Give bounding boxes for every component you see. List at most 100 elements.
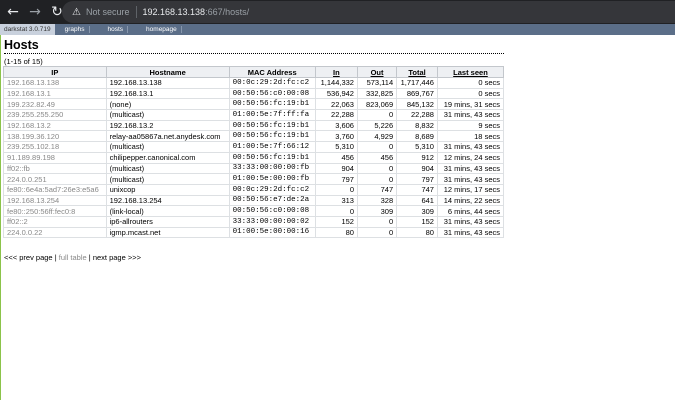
ip-cell: 192.168.13.138 <box>3 77 107 89</box>
host-link[interactable]: 192.168.13.1 <box>7 89 51 98</box>
mac-cell: 01:00:5e:00:00:fb <box>228 173 316 185</box>
ip-cell: 224.0.0.22 <box>3 226 107 239</box>
host-link[interactable]: ff02::2 <box>7 217 28 226</box>
sort-total-link[interactable]: Total <box>408 68 425 77</box>
next-page-link[interactable]: next page >>> <box>93 253 141 262</box>
hosts-table: IP Hostname MAC Address In Out Total Las… <box>3 66 505 239</box>
ip-cell: 192.168.13.2 <box>3 119 107 132</box>
host-link[interactable]: ff02::fb <box>7 164 30 173</box>
last-seen-cell: 19 mins, 31 secs <box>436 98 505 111</box>
bytes-out-cell: 456 <box>356 151 398 164</box>
bytes-out-cell: 328 <box>356 194 398 207</box>
last-seen-cell: 31 mins, 43 secs <box>436 162 505 175</box>
url-path: :667/hosts/ <box>205 7 250 17</box>
host-link[interactable]: 91.189.89.198 <box>7 153 55 162</box>
bytes-total-cell: 641 <box>396 194 438 207</box>
table-row: ff02::2 ip6-allrouters 33:33:00:00:00:02 15… <box>3 215 505 228</box>
host-link[interactable]: 199.232.82.49 <box>7 100 55 109</box>
host-link[interactable]: 224.0.0.22 <box>7 228 42 237</box>
mac-cell: 00:50:56:fc:19:b1 <box>228 151 316 164</box>
sort-out-link[interactable]: Out <box>371 68 384 77</box>
browser-toolbar: ← → ↻ ⚠ Not secure 192.168.13.138:667/ho… <box>0 0 675 24</box>
bytes-out-cell: 309 <box>356 205 398 217</box>
bytes-total-cell: 22,288 <box>396 109 438 121</box>
table-row: ff02::fb (multicast) 33:33:00:00:00:fb 904 0… <box>3 162 505 175</box>
nav-link-hosts[interactable]: hosts <box>104 26 129 33</box>
last-seen-cell: 31 mins, 43 secs <box>436 173 505 185</box>
last-seen-cell: 18 secs <box>436 130 505 143</box>
prev-page-link[interactable]: <<< prev page <box>4 253 53 262</box>
column-header-out: Out <box>356 66 398 78</box>
ip-cell: 91.189.89.198 <box>3 151 107 164</box>
nav-link-graphs[interactable]: graphs <box>61 26 90 33</box>
address-separator <box>135 6 137 18</box>
warning-icon[interactable]: ⚠ <box>72 7 81 18</box>
hostname-cell: 192.168.13.2 <box>105 119 230 132</box>
hostname-cell: (multicast) <box>105 109 230 121</box>
bytes-total-cell: 8,689 <box>396 130 438 143</box>
last-seen-cell: 6 mins, 44 secs <box>436 205 505 217</box>
table-body: 192.168.13.138 192.168.13.138 00:0c:29:2d:… <box>3 77 505 239</box>
host-link[interactable]: 192.168.13.254 <box>7 196 59 205</box>
bytes-total-cell: 8,832 <box>396 119 438 132</box>
hostname-cell: 192.168.13.138 <box>105 77 230 89</box>
table-row: 199.232.82.49 (none) 00:50:56:fc:19:b1 22,0… <box>3 98 505 111</box>
table-row: 91.189.89.198 chilipepper.canonical.com 00… <box>3 151 505 164</box>
host-link[interactable]: fe80::250:56ff:fec0:8 <box>7 207 75 216</box>
mac-cell: 00:50:56:fc:19:b1 <box>228 130 316 143</box>
last-seen-cell: 12 mins, 24 secs <box>436 151 505 164</box>
host-link[interactable]: 192.168.13.2 <box>7 121 51 130</box>
bytes-in-cell: 313 <box>314 194 358 207</box>
host-link[interactable]: 239.255.102.18 <box>7 142 59 151</box>
full-table-link[interactable]: full table <box>59 253 87 262</box>
forward-icon[interactable]: → <box>26 3 44 21</box>
sort-in-link[interactable]: In <box>333 68 340 77</box>
bytes-total-cell: 747 <box>396 183 438 196</box>
bytes-total-cell: 152 <box>396 215 438 228</box>
host-link[interactable]: 224.0.0.251 <box>7 175 47 184</box>
host-link[interactable]: 138.199.36.120 <box>7 132 59 141</box>
host-link[interactable]: 239.255.255.250 <box>7 110 63 119</box>
bytes-out-cell: 0 <box>356 215 398 228</box>
table-row: 192.168.13.2 192.168.13.2 00:50:56:fc:19:b… <box>3 119 505 132</box>
sort-last-seen-link[interactable]: Last seen <box>453 68 488 77</box>
pager-separator: | <box>88 253 91 262</box>
last-seen-cell: 31 mins, 43 secs <box>436 215 505 228</box>
last-seen-cell: 31 mins, 43 secs <box>436 109 505 121</box>
last-seen-cell: 0 secs <box>436 77 505 89</box>
column-header-mac: MAC Address <box>228 66 316 78</box>
table-row: 239.255.255.250 (multicast) 01:00:5e:7f:ff… <box>3 109 505 121</box>
hostname-cell: unixcop <box>105 183 230 196</box>
back-icon[interactable]: ← <box>4 3 22 21</box>
address-bar[interactable]: ⚠ Not secure 192.168.13.138:667/hosts/ <box>62 1 675 23</box>
hostname-cell: ip6-allrouters <box>105 215 230 228</box>
mac-cell: 00:0c:29:2d:fc:c2 <box>228 183 316 196</box>
nav-link-homepage[interactable]: homepage <box>142 26 182 33</box>
bytes-out-cell: 0 <box>356 226 398 239</box>
host-link[interactable]: fe80::6e4a:5ad7:26e3:e5a6 <box>7 185 99 194</box>
mac-cell: 00:50:56:fc:19:b1 <box>228 119 316 132</box>
ip-cell: 138.199.36.120 <box>3 130 107 143</box>
hostname-cell: 192.168.13.1 <box>105 87 230 100</box>
security-label[interactable]: Not secure <box>86 7 130 17</box>
column-header-total: Total <box>396 66 438 78</box>
bytes-out-cell: 823,069 <box>356 98 398 111</box>
column-header-in: In <box>314 66 358 78</box>
last-seen-cell: 14 mins, 22 secs <box>436 194 505 207</box>
bytes-total-cell: 912 <box>396 151 438 164</box>
bytes-in-cell: 152 <box>314 215 358 228</box>
table-row: 239.255.102.18 (multicast) 01:00:5e:7f:66:… <box>3 141 505 153</box>
bytes-out-cell: 0 <box>356 141 398 153</box>
bytes-in-cell: 1,144,332 <box>314 77 358 89</box>
hostname-cell: igmp.mcast.net <box>105 226 230 239</box>
table-row: 192.168.13.1 192.168.13.1 00:50:56:c0:00:0… <box>3 87 505 100</box>
mac-cell: 01:00:5e:7f:ff:fa <box>228 109 316 121</box>
table-row: 224.0.0.22 igmp.mcast.net 01:00:5e:00:00:1… <box>3 226 505 239</box>
mac-cell: 00:50:56:c0:00:08 <box>228 87 316 100</box>
pagination: <<< prev page | full table | next page >… <box>4 253 141 262</box>
pager-separator: | <box>54 253 57 262</box>
bytes-in-cell: 0 <box>314 183 358 196</box>
mac-cell: 33:33:00:00:00:fb <box>228 162 316 175</box>
host-link[interactable]: 192.168.13.138 <box>7 78 59 87</box>
bytes-in-cell: 456 <box>314 151 358 164</box>
